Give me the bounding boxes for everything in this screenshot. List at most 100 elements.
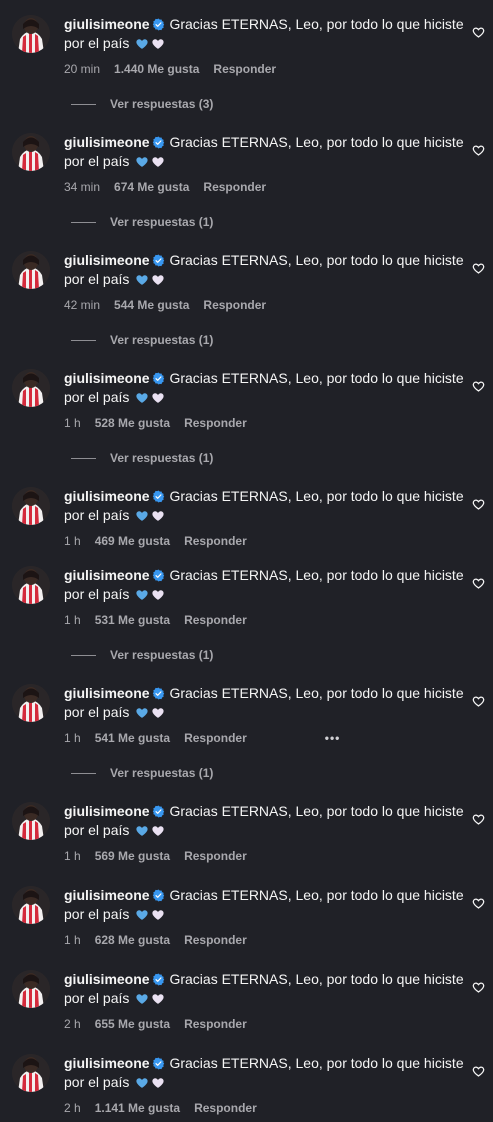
reply-button[interactable]: Responder <box>203 180 266 194</box>
reply-button[interactable]: Responder <box>194 1101 257 1115</box>
comment-username[interactable]: giulisimeone <box>64 803 150 819</box>
verified-badge-icon <box>152 804 165 818</box>
reply-button[interactable]: Responder <box>184 416 247 430</box>
heart-outline-icon[interactable] <box>472 261 485 274</box>
heart-outline-icon[interactable] <box>472 812 485 825</box>
reply-button[interactable]: Responder <box>203 298 266 312</box>
blue-heart-emoji-icon <box>135 272 149 285</box>
view-replies-button[interactable]: Ver respuestas (3) <box>71 97 213 111</box>
comment-likes[interactable]: 544 Me gusta <box>114 298 189 312</box>
view-replies-button[interactable]: Ver respuestas (1) <box>71 215 213 229</box>
white-heart-emoji-icon <box>151 508 165 521</box>
comment-time: 1 h <box>64 731 81 745</box>
view-replies-button[interactable]: Ver respuestas (1) <box>71 766 213 780</box>
reply-button[interactable]: Responder <box>184 1017 247 1031</box>
comment-meta: 1 h 531 Me gusta Responder <box>64 613 464 627</box>
avatar[interactable] <box>12 802 50 840</box>
heart-outline-icon[interactable] <box>472 1064 485 1077</box>
reply-button[interactable]: Responder <box>184 849 247 863</box>
comment-body: giulisimeone Gracias ETERNAS, Leo, por t… <box>64 886 464 947</box>
avatar[interactable] <box>12 369 50 407</box>
reply-button[interactable]: Responder <box>213 62 276 76</box>
heart-outline-icon[interactable] <box>472 694 485 707</box>
blue-heart-emoji-icon <box>135 508 149 521</box>
heart-outline-icon[interactable] <box>472 896 485 909</box>
comment-username[interactable]: giulisimeone <box>64 16 150 32</box>
comments-list: giulisimeone Gracias ETERNAS, Leo, por t… <box>0 0 493 1122</box>
verified-badge-icon <box>152 135 165 149</box>
reply-button[interactable]: Responder <box>184 933 247 947</box>
comment-username[interactable]: giulisimeone <box>64 252 150 268</box>
comment-likes[interactable]: 1.141 Me gusta <box>95 1101 180 1115</box>
white-heart-emoji-icon <box>151 587 165 600</box>
avatar[interactable] <box>12 684 50 722</box>
comment-meta: 2 h 1.141 Me gusta Responder <box>64 1101 464 1115</box>
comment-likes[interactable]: 531 Me gusta <box>95 613 170 627</box>
verified-badge-icon <box>152 568 165 582</box>
heart-outline-icon[interactable] <box>472 25 485 38</box>
white-heart-emoji-icon <box>151 36 165 49</box>
white-heart-emoji-icon <box>151 272 165 285</box>
avatar[interactable] <box>12 251 50 289</box>
comment-username[interactable]: giulisimeone <box>64 685 150 701</box>
comment-meta: 1 h 528 Me gusta Responder <box>64 416 464 430</box>
reply-button[interactable]: Responder <box>184 613 247 627</box>
comment-text-block: giulisimeone Gracias ETERNAS, Leo, por t… <box>64 684 464 722</box>
comment-likes[interactable]: 655 Me gusta <box>95 1017 170 1031</box>
heart-outline-icon[interactable] <box>472 576 485 589</box>
heart-outline-icon[interactable] <box>472 143 485 156</box>
heart-outline-icon[interactable] <box>472 980 485 993</box>
replies-divider <box>71 103 96 105</box>
avatar[interactable] <box>12 133 50 171</box>
avatar[interactable] <box>12 15 50 53</box>
view-replies-button[interactable]: Ver respuestas (1) <box>71 451 213 465</box>
avatar[interactable] <box>12 886 50 924</box>
comment-username[interactable]: giulisimeone <box>64 488 150 504</box>
comment-text-block: giulisimeone Gracias ETERNAS, Leo, por t… <box>64 133 464 171</box>
more-options-button[interactable]: ••• <box>325 731 341 745</box>
comment-likes[interactable]: 628 Me gusta <box>95 933 170 947</box>
verified-badge-icon <box>152 489 165 503</box>
verified-badge-icon <box>152 972 165 986</box>
view-replies-button[interactable]: Ver respuestas (1) <box>71 648 213 662</box>
comment-likes[interactable]: 469 Me gusta <box>95 534 170 548</box>
comment-body: giulisimeone Gracias ETERNAS, Leo, por t… <box>64 802 464 863</box>
comment-likes[interactable]: 674 Me gusta <box>114 180 189 194</box>
blue-heart-emoji-icon <box>135 390 149 403</box>
comment-time: 1 h <box>64 534 81 548</box>
avatar[interactable] <box>12 970 50 1008</box>
comment-body: giulisimeone Gracias ETERNAS, Leo, por t… <box>64 15 464 76</box>
heart-outline-icon[interactable] <box>472 379 485 392</box>
comment-text-block: giulisimeone Gracias ETERNAS, Leo, por t… <box>64 369 464 407</box>
view-replies-button[interactable]: Ver respuestas (1) <box>71 333 213 347</box>
comment-meta: 42 min 544 Me gusta Responder <box>64 298 464 312</box>
comment-username[interactable]: giulisimeone <box>64 971 150 987</box>
blue-heart-emoji-icon <box>135 991 149 1004</box>
reply-button[interactable]: Responder <box>184 534 247 548</box>
comment-time: 42 min <box>64 298 101 312</box>
verified-badge-icon <box>152 1056 165 1070</box>
comment-username[interactable]: giulisimeone <box>64 370 150 386</box>
avatar[interactable] <box>12 566 50 604</box>
comment-likes[interactable]: 569 Me gusta <box>95 849 170 863</box>
avatar[interactable] <box>12 487 50 525</box>
comment-text-block: giulisimeone Gracias ETERNAS, Leo, por t… <box>64 15 464 53</box>
replies-divider <box>71 457 96 459</box>
white-heart-emoji-icon <box>151 154 165 167</box>
comment-username[interactable]: giulisimeone <box>64 1055 150 1071</box>
avatar[interactable] <box>12 1054 50 1092</box>
comment-body: giulisimeone Gracias ETERNAS, Leo, por t… <box>64 1054 464 1115</box>
reply-button[interactable]: Responder <box>184 731 247 745</box>
comment-likes[interactable]: 541 Me gusta <box>95 731 170 745</box>
comment-username[interactable]: giulisimeone <box>64 134 150 150</box>
comment-username[interactable]: giulisimeone <box>64 567 150 583</box>
blue-heart-emoji-icon <box>135 823 149 836</box>
heart-outline-icon[interactable] <box>472 497 485 510</box>
comment-likes[interactable]: 1.440 Me gusta <box>114 62 199 76</box>
comment-likes[interactable]: 528 Me gusta <box>95 416 170 430</box>
verified-badge-icon <box>152 253 165 267</box>
blue-heart-emoji-icon <box>135 705 149 718</box>
white-heart-emoji-icon <box>151 823 165 836</box>
blue-heart-emoji-icon <box>135 587 149 600</box>
comment-username[interactable]: giulisimeone <box>64 887 150 903</box>
